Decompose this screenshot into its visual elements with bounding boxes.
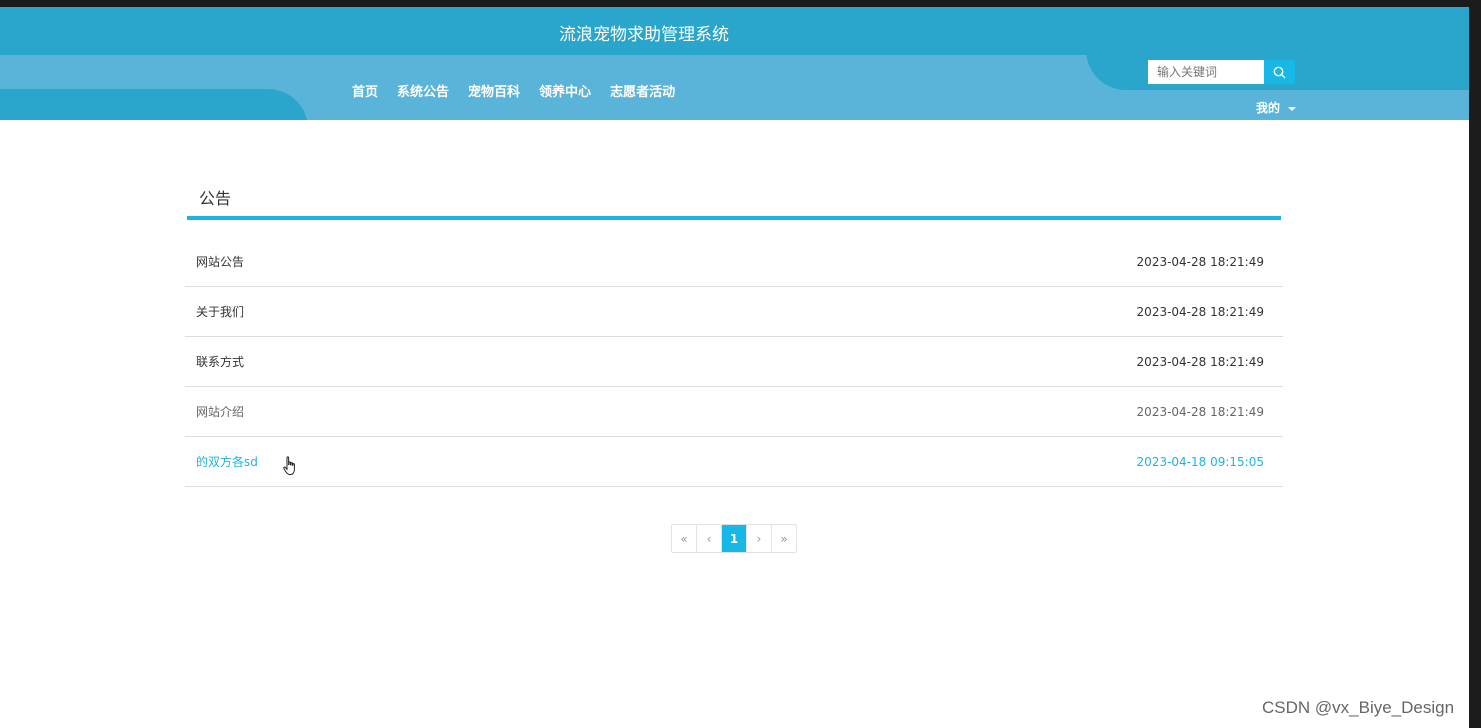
watermark: CSDN @vx_Biye_Design bbox=[1262, 698, 1455, 717]
page-next-button[interactable]: › bbox=[747, 525, 772, 552]
item-title: 联系方式 bbox=[196, 355, 245, 369]
item-title: 关于我们 bbox=[196, 305, 245, 319]
page-last-button[interactable]: » bbox=[772, 525, 796, 552]
user-menu[interactable]: 我的 bbox=[1256, 99, 1297, 116]
item-title: 网站介绍 bbox=[196, 405, 245, 419]
header-decor-left bbox=[0, 89, 308, 120]
item-time: 2023-04-28 18:21:49 bbox=[1136, 254, 1264, 269]
nav-announcements[interactable]: 系统公告 bbox=[397, 81, 449, 114]
list-item[interactable]: 联系方式 2023-04-28 18:21:49 bbox=[185, 337, 1283, 387]
user-menu-label: 我的 bbox=[1256, 101, 1281, 115]
search-bar bbox=[1148, 60, 1295, 84]
list-item[interactable]: 关于我们 2023-04-28 18:21:49 bbox=[185, 287, 1283, 337]
page-current-button[interactable]: 1 bbox=[722, 525, 747, 552]
window-top-bar bbox=[0, 0, 1481, 7]
nav-volunteer-activities[interactable]: 志愿者活动 bbox=[610, 81, 675, 114]
list-item[interactable]: 的双方各sd 2023-04-18 09:15:05 bbox=[185, 437, 1283, 487]
window-scrollbar-track[interactable] bbox=[1469, 0, 1481, 728]
list-item[interactable]: 网站公告 2023-04-28 18:21:49 bbox=[185, 237, 1283, 287]
search-icon bbox=[1273, 66, 1286, 78]
item-time: 2023-04-28 18:21:49 bbox=[1136, 304, 1264, 319]
announcement-list: 网站公告 2023-04-28 18:21:49 关于我们 2023-04-28… bbox=[185, 237, 1283, 487]
search-button[interactable] bbox=[1264, 60, 1295, 84]
nav-adoption-center[interactable]: 领养中心 bbox=[539, 81, 591, 114]
nav-home[interactable]: 首页 bbox=[352, 81, 378, 114]
site-header: 流浪宠物求助管理系统 首页 系统公告 宠物百科 领养中心 志愿者活动 我的 bbox=[0, 7, 1469, 120]
nav-pet-encyclopedia[interactable]: 宠物百科 bbox=[468, 81, 520, 114]
main-nav: 首页 系统公告 宠物百科 领养中心 志愿者活动 bbox=[352, 81, 675, 114]
page-prev-button[interactable]: ‹ bbox=[697, 525, 722, 552]
item-title: 的双方各sd bbox=[196, 455, 258, 469]
pagination: « ‹ 1 › » bbox=[671, 524, 797, 553]
search-input[interactable] bbox=[1148, 60, 1264, 84]
item-time: 2023-04-28 18:21:49 bbox=[1136, 404, 1264, 419]
site-title: 流浪宠物求助管理系统 bbox=[559, 25, 729, 45]
caret-down-icon bbox=[1288, 106, 1297, 111]
page: 流浪宠物求助管理系统 首页 系统公告 宠物百科 领养中心 志愿者活动 我的 公告 bbox=[0, 0, 1481, 728]
page-first-button[interactable]: « bbox=[672, 525, 697, 552]
item-time: 2023-04-28 18:21:49 bbox=[1136, 354, 1264, 369]
item-time: 2023-04-18 09:15:05 bbox=[1136, 454, 1264, 469]
section-title: 公告 bbox=[199, 189, 232, 208]
item-title: 网站公告 bbox=[196, 255, 245, 269]
list-item[interactable]: 网站介绍 2023-04-28 18:21:49 bbox=[185, 387, 1283, 437]
section-divider bbox=[187, 216, 1281, 220]
hand-cursor-icon bbox=[283, 456, 295, 476]
